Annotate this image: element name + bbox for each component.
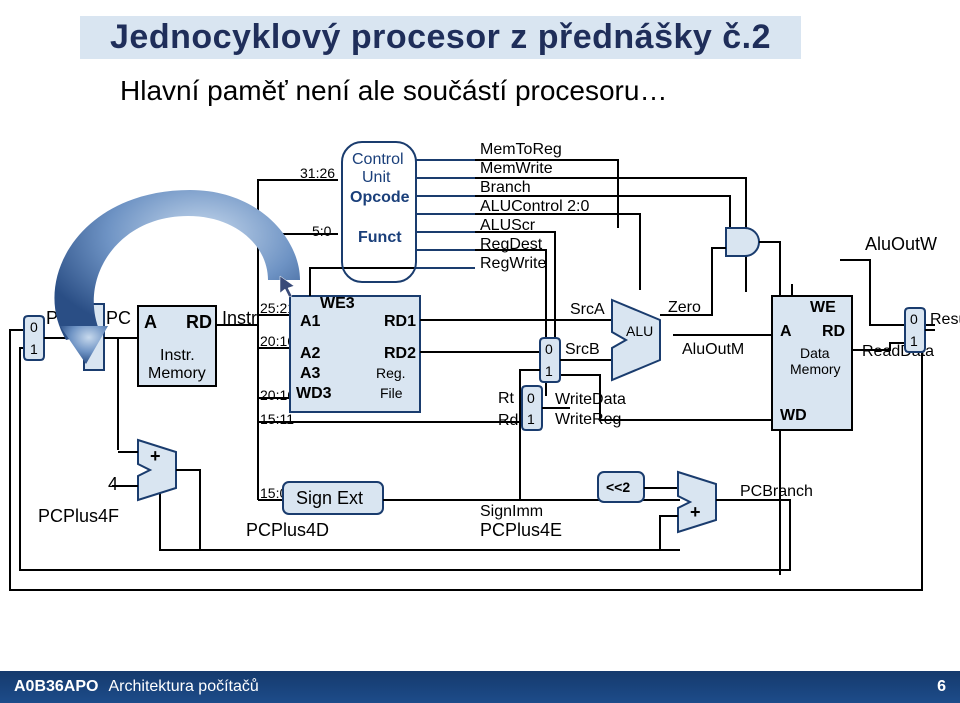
svg-text:Funct: Funct (358, 229, 402, 246)
page-footer: A0B36APO Architektura počítačů 6 (0, 671, 960, 703)
label-pcplus4d: PCPlus4D (246, 520, 329, 540)
label-memToReg: MemToReg (480, 141, 562, 158)
svg-text:File: File (380, 385, 403, 401)
svg-text:A3: A3 (300, 365, 321, 382)
svg-text:Data: Data (800, 345, 830, 361)
label-RegWrite: RegWrite (480, 255, 546, 272)
footer-name: Architektura počítačů (108, 678, 258, 696)
svg-text:RD: RD (822, 323, 845, 340)
label-bits-50: 5:0 (312, 223, 332, 239)
footer-code: A0B36APO (14, 678, 98, 696)
pc-mux: 0 1 (24, 316, 44, 360)
result-mux: 0 1 (905, 308, 925, 352)
label-writedata: WriteData (555, 391, 626, 408)
label-bits-1511: 15:11 (260, 411, 294, 427)
page-subtitle: Hlavní paměť není ale součástí procesoru… (120, 75, 667, 107)
label-srcA: SrcA (570, 301, 605, 318)
pcplus4-adder: + (138, 440, 176, 500)
alu: ALU (612, 300, 660, 380)
label-srcB: SrcB (565, 341, 600, 358)
data-memory: WE A RD Data Memory WD (772, 284, 852, 430)
svg-text:A2: A2 (300, 345, 321, 362)
label-aluoutm: AluOutM (682, 341, 744, 358)
page-title: Jednocyklový procesor z přednášky č.2 (80, 16, 801, 59)
and-gate (726, 228, 759, 256)
sign-ext: Sign Ext (283, 482, 383, 514)
svg-text:ALU: ALU (626, 323, 653, 339)
svg-text:0: 0 (545, 341, 553, 357)
label-result: Result (930, 311, 960, 328)
label-rt: Rt (498, 390, 515, 407)
svg-text:1: 1 (527, 411, 535, 427)
writereg-mux: 0 1 (522, 386, 542, 430)
svg-text:0: 0 (910, 311, 918, 327)
label-ALUSrc: ALUScr (480, 217, 536, 234)
svg-text:WD3: WD3 (296, 385, 332, 402)
svg-text:RD2: RD2 (384, 345, 416, 362)
label-ALUControl: ALUControl 2:0 (480, 198, 589, 215)
svg-text:WE: WE (810, 299, 836, 316)
label-RegDest: RegDest (480, 236, 543, 253)
svg-text:WE3: WE3 (320, 295, 355, 312)
pcbranch-adder: + (678, 472, 716, 532)
label-bits-3126: 31:26 (300, 165, 335, 181)
svg-text:1: 1 (545, 363, 553, 379)
register-file: WE3 A1 RD1 A2 RD2 A3 Reg. WD3 File (290, 284, 420, 412)
svg-text:Sign Ext: Sign Ext (296, 488, 363, 508)
svg-text:1: 1 (910, 333, 918, 349)
svg-text:A: A (144, 312, 157, 332)
svg-text:A1: A1 (300, 313, 321, 330)
svg-text:<<2: <<2 (606, 479, 630, 495)
shift-left-2: <<2 (598, 472, 644, 502)
svg-text:Reg.: Reg. (376, 365, 406, 381)
svg-text:RD: RD (186, 312, 212, 332)
svg-text:Memory: Memory (148, 365, 206, 382)
svg-text:A: A (780, 323, 792, 340)
label-pcplus4f: PCPlus4F (38, 506, 119, 526)
svg-text:1: 1 (30, 341, 38, 357)
label-signimm: SignImm (480, 503, 543, 520)
srcb-mux: 0 1 (540, 338, 560, 382)
label-branch: Branch (480, 179, 531, 196)
label-pc: PC (106, 308, 131, 328)
cpu-datapath-diagram: 0 1 PC' PC A RD Instr. Memory Instr 31:2… (0, 120, 960, 660)
label-pcbranch: PCBranch (740, 483, 813, 500)
label-writereg: WriteReg (555, 411, 621, 428)
control-unit: Control Unit Opcode Funct (342, 142, 416, 282)
label-aluoutw: AluOutW (865, 234, 937, 254)
instr-memory: A RD Instr. Memory (138, 306, 216, 386)
svg-text:+: + (150, 446, 161, 466)
svg-text:Instr.: Instr. (160, 347, 195, 364)
svg-text:Unit: Unit (362, 169, 391, 186)
footer-page: 6 (937, 678, 946, 696)
svg-text:+: + (690, 502, 701, 522)
svg-text:Memory: Memory (790, 361, 841, 377)
svg-text:Control: Control (352, 151, 404, 168)
svg-text:Opcode: Opcode (350, 189, 410, 206)
svg-text:RD1: RD1 (384, 313, 416, 330)
svg-text:0: 0 (527, 390, 535, 406)
label-const4: 4 (108, 474, 118, 494)
svg-text:WD: WD (780, 407, 807, 424)
label-memWrite: MemWrite (480, 160, 553, 177)
label-zero: Zero (668, 299, 701, 316)
label-pcplus4e: PCPlus4E (480, 520, 562, 540)
label-rd: Rd (498, 412, 518, 429)
svg-text:0: 0 (30, 319, 38, 335)
